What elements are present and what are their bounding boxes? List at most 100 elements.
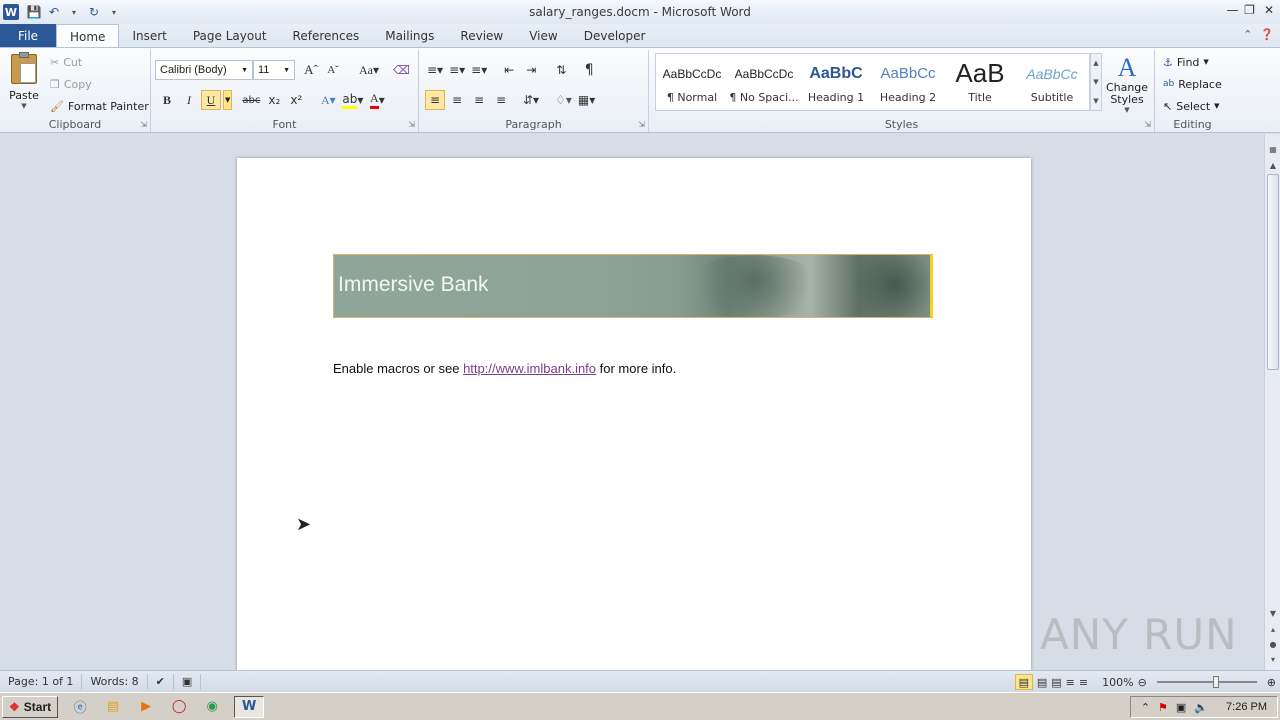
info-link[interactable]: http://www.imlbank.info: [463, 361, 596, 376]
highlight-color-icon[interactable]: ab ▾: [340, 90, 365, 110]
full-screen-reading-icon[interactable]: ▤: [1037, 676, 1047, 689]
style-heading-2[interactable]: AaBbCc Heading 2: [872, 54, 944, 110]
scroll-up-icon[interactable]: ▲: [1265, 158, 1280, 172]
align-right-icon[interactable]: ≡: [469, 90, 489, 110]
tab-home[interactable]: Home: [56, 24, 120, 48]
body-paragraph[interactable]: Enable macros or see http://www.imlbank.…: [333, 361, 676, 376]
decrease-indent-icon[interactable]: ⇤: [499, 60, 519, 80]
increase-indent-icon[interactable]: ⇥: [521, 60, 541, 80]
dropdown-chevron-icon[interactable]: ▾: [65, 3, 83, 21]
style-subtitle[interactable]: AaBbCc Subtitle: [1016, 54, 1088, 110]
format-painter-button[interactable]: 🖌 Format Painter: [50, 96, 149, 116]
style-title[interactable]: AaB Title: [944, 54, 1016, 110]
tab-page-layout[interactable]: Page Layout: [180, 24, 280, 47]
close-button[interactable]: ✕: [1258, 0, 1280, 20]
change-styles-button[interactable]: A Change Styles ▼: [1104, 54, 1150, 115]
clear-formatting-icon[interactable]: ⌫: [391, 60, 412, 80]
style-heading-1[interactable]: AaBbC Heading 1: [800, 54, 872, 110]
document-area[interactable]: Immersive Bank Enable macros or see http…: [0, 134, 1264, 670]
text-effects-icon[interactable]: A▾: [318, 90, 338, 110]
styles-gallery-scroll[interactable]: ▲ ▼ ▼: [1090, 53, 1102, 111]
change-case-icon[interactable]: Aa▾: [357, 60, 381, 80]
dialog-launcher-icon[interactable]: ⇲: [140, 120, 147, 129]
scroll-up-icon[interactable]: ▲: [1093, 59, 1098, 67]
font-color-icon[interactable]: A ▾: [367, 90, 387, 110]
proofing-icon[interactable]: ✔: [148, 673, 174, 690]
web-layout-icon[interactable]: ▤: [1051, 676, 1061, 689]
scroll-thumb[interactable]: [1267, 174, 1279, 370]
justify-icon[interactable]: ≡: [491, 90, 511, 110]
help-icon[interactable]: ❓: [1260, 28, 1274, 41]
superscript-icon[interactable]: x²: [286, 90, 306, 110]
style-no-spacing[interactable]: AaBbCcDc ¶ No Spaci...: [728, 54, 800, 110]
dialog-launcher-icon[interactable]: ⇲: [638, 120, 645, 129]
document-page[interactable]: Immersive Bank Enable macros or see http…: [237, 158, 1031, 670]
opera-icon[interactable]: ◯: [168, 696, 190, 718]
font-name-select[interactable]: Calibri (Body) ▼: [155, 60, 253, 80]
replace-button[interactable]: ab Replace: [1163, 74, 1222, 94]
sort-icon[interactable]: ⇅: [551, 60, 571, 80]
redo-icon[interactable]: ↻: [85, 3, 103, 21]
print-layout-view-icon[interactable]: ▤: [1014, 674, 1033, 690]
undo-icon[interactable]: ↶: [45, 3, 63, 21]
word-count[interactable]: Words: 8: [82, 673, 148, 690]
tab-file[interactable]: File: [0, 24, 56, 47]
chrome-icon[interactable]: ◉: [201, 696, 223, 718]
word-taskbar-icon[interactable]: W: [234, 695, 265, 718]
show-hidden-icons-icon[interactable]: ⌃: [1141, 701, 1150, 714]
cut-button[interactable]: ✂ Cut: [50, 52, 82, 72]
align-left-icon[interactable]: ≡: [425, 90, 445, 110]
subscript-icon[interactable]: x₂: [264, 90, 284, 110]
italic-icon[interactable]: I: [179, 90, 199, 110]
tab-view[interactable]: View: [516, 24, 570, 47]
folder-icon[interactable]: ▤: [102, 696, 124, 718]
select-button[interactable]: ↖ Select ▼: [1163, 96, 1220, 116]
dialog-launcher-icon[interactable]: ⇲: [1144, 120, 1151, 129]
strikethrough-icon[interactable]: abc: [240, 90, 262, 110]
scroll-down-icon[interactable]: ▼: [1265, 606, 1280, 620]
save-icon[interactable]: 💾: [25, 3, 43, 21]
copy-button[interactable]: ❐ Copy: [50, 74, 92, 94]
previous-page-icon[interactable]: ▴: [1265, 622, 1280, 636]
line-spacing-icon[interactable]: ⇵▾: [521, 90, 541, 110]
tab-insert[interactable]: Insert: [119, 24, 179, 47]
tab-references[interactable]: References: [280, 24, 373, 47]
zoom-level[interactable]: 100%: [1102, 676, 1133, 689]
tab-review[interactable]: Review: [447, 24, 516, 47]
media-player-icon[interactable]: ▶: [135, 696, 157, 718]
shading-icon[interactable]: ♢▾: [553, 90, 574, 110]
show-formatting-marks-icon[interactable]: ¶: [579, 60, 599, 80]
tab-developer[interactable]: Developer: [571, 24, 659, 47]
minimize-ribbon-icon[interactable]: ⌃: [1243, 28, 1252, 41]
tab-mailings[interactable]: Mailings: [372, 24, 447, 47]
macro-record-icon[interactable]: ▣: [174, 673, 202, 690]
underline-icon[interactable]: U: [201, 90, 221, 110]
draft-view-icon[interactable]: ≡: [1079, 676, 1088, 689]
minimize-button[interactable]: —: [1224, 0, 1241, 20]
zoom-out-icon[interactable]: ⊖: [1138, 676, 1147, 689]
dialog-launcher-icon[interactable]: ⇲: [408, 120, 415, 129]
style-normal[interactable]: AaBbCcDc ¶ Normal: [656, 54, 728, 110]
bold-icon[interactable]: B: [157, 90, 177, 110]
outline-view-icon[interactable]: ≡: [1066, 676, 1075, 689]
zoom-slider[interactable]: [1156, 676, 1257, 688]
scroll-down-icon[interactable]: ▼: [1093, 78, 1098, 86]
vertical-scrollbar[interactable]: ▦ ▲ ▼ ▴ ● ▾: [1264, 134, 1280, 670]
chevron-down-icon[interactable]: ▼: [223, 90, 233, 110]
shrink-font-icon[interactable]: Aˇ: [323, 60, 343, 80]
paste-button[interactable]: Paste ▼: [6, 52, 42, 116]
borders-icon[interactable]: ▦▾: [576, 90, 597, 110]
next-page-icon[interactable]: ▾: [1265, 652, 1280, 666]
zoom-in-icon[interactable]: ⊕: [1267, 676, 1276, 689]
multilevel-list-icon[interactable]: ≡▾: [469, 60, 489, 80]
word-app-icon[interactable]: W: [3, 4, 19, 20]
page-count[interactable]: Page: 1 of 1: [0, 673, 83, 690]
align-center-icon[interactable]: ≡: [447, 90, 467, 110]
clock-time[interactable]: 7:26 PM: [1226, 701, 1267, 713]
action-center-icon[interactable]: ⚑: [1158, 701, 1168, 714]
bullets-icon[interactable]: ≡▾: [425, 60, 445, 80]
internet-explorer-icon[interactable]: ⓔ: [69, 696, 91, 718]
font-size-select[interactable]: 11 ▼: [253, 60, 295, 80]
find-button[interactable]: ⚓ Find ▼: [1163, 52, 1209, 72]
volume-icon[interactable]: 🔈: [1194, 701, 1208, 714]
